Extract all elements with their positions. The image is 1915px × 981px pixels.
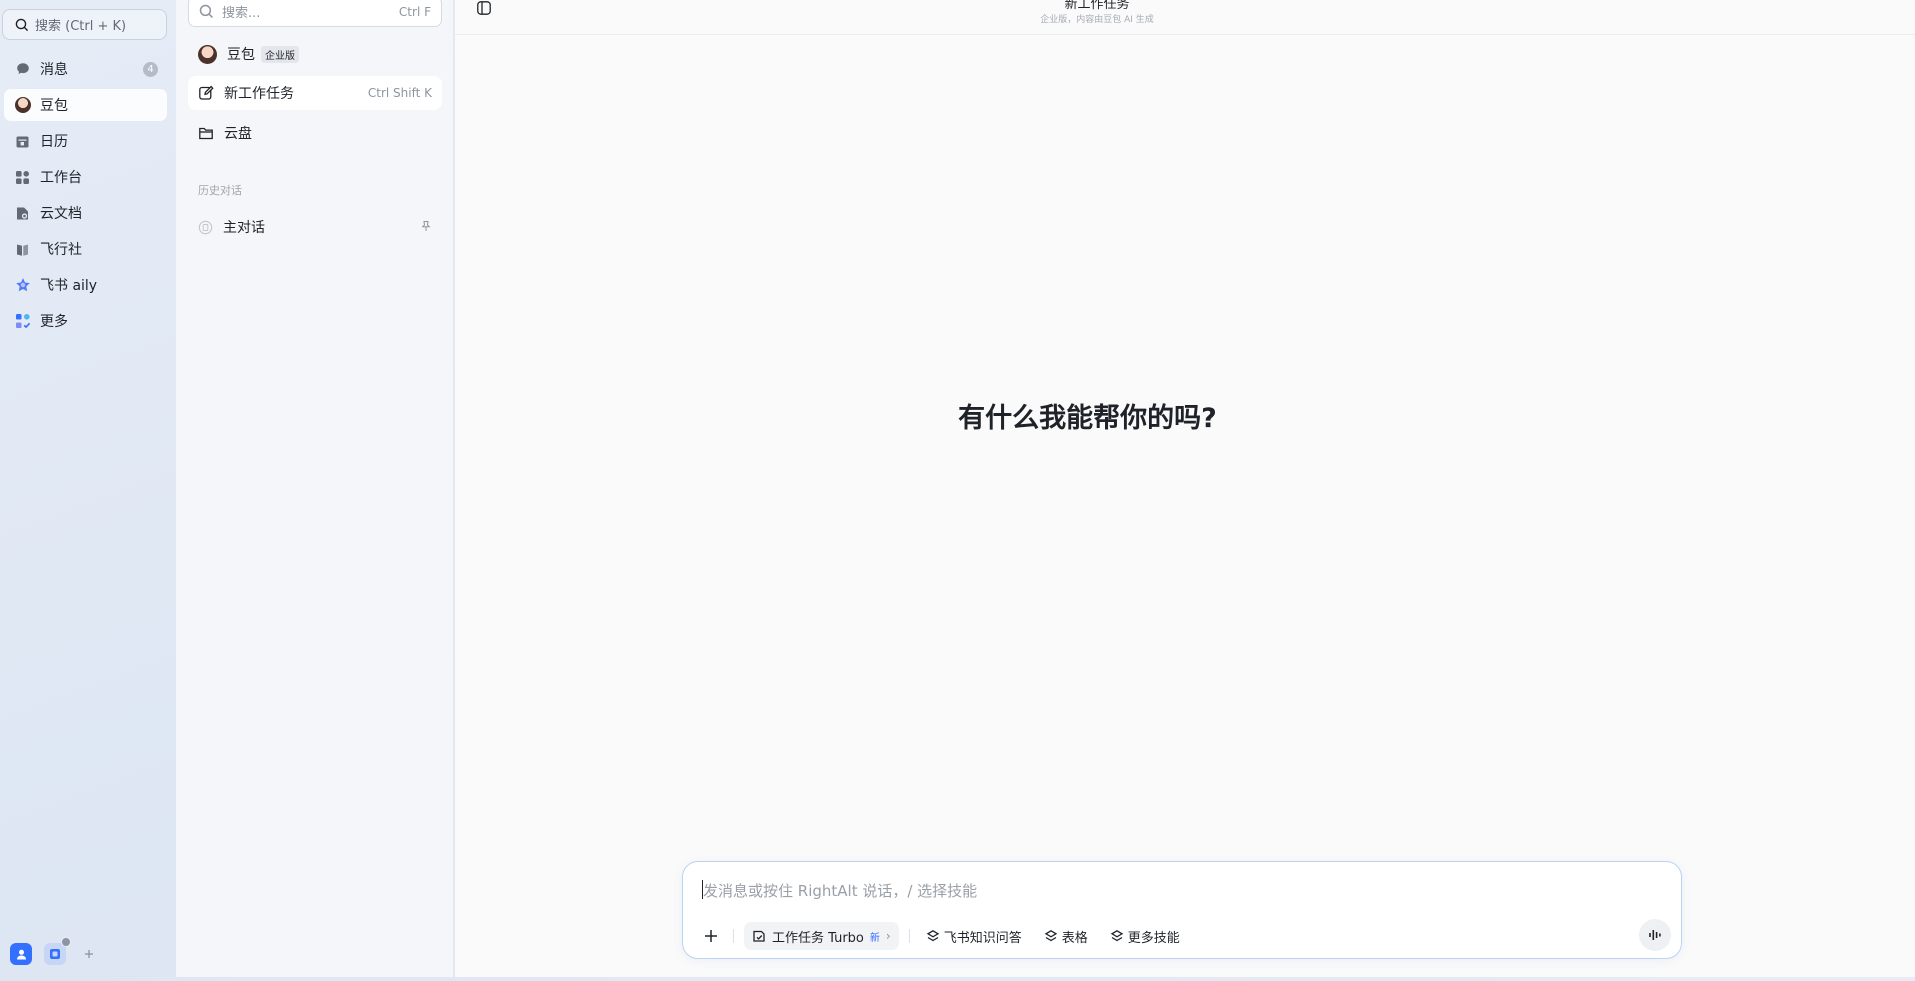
mode-label: 工作任务 Turbo bbox=[772, 930, 864, 946]
global-search-label: 搜索 (Ctrl + K) bbox=[35, 19, 127, 34]
chat-icon bbox=[14, 61, 31, 78]
rail-item-label: 豆包 bbox=[40, 98, 68, 114]
skill-more-button[interactable]: 更多技能 bbox=[1104, 922, 1186, 950]
top-bar: 新工作任务 企业版，内容由豆包 AI 生成 bbox=[455, 0, 1915, 35]
attach-button[interactable] bbox=[699, 924, 723, 948]
rail-item-label: 更多 bbox=[40, 314, 68, 330]
skill-knowledge-qa-button[interactable]: 飞书知识问答 bbox=[920, 922, 1028, 950]
pin-icon bbox=[421, 220, 431, 231]
rail-item-messages[interactable]: 消息 4 bbox=[4, 53, 167, 85]
rail-item-label: 工作台 bbox=[40, 170, 82, 186]
skill-label: 更多技能 bbox=[1127, 930, 1180, 946]
new-task-shortcut: Ctrl Shift K bbox=[367, 86, 432, 100]
rail-item-calendar[interactable]: 日历 bbox=[4, 125, 167, 157]
chevron-right-icon: › bbox=[885, 929, 891, 943]
toolbar-divider bbox=[908, 929, 910, 943]
rail-item-workplace[interactable]: 工作台 bbox=[4, 161, 167, 193]
calendar-icon bbox=[14, 133, 31, 150]
skill-layers-icon bbox=[926, 930, 939, 942]
skill-label: 飞书知识问答 bbox=[943, 930, 1022, 946]
skill-table-button[interactable]: 表格 bbox=[1038, 922, 1094, 950]
panel-item-label: 新工作任务 bbox=[224, 86, 294, 102]
global-search-button[interactable]: 搜索 (Ctrl + K) bbox=[2, 9, 167, 40]
rail-item-aily[interactable]: 飞书 aily bbox=[4, 269, 167, 301]
chat-bubble-icon bbox=[198, 220, 213, 234]
rail-item-docs[interactable]: 云文档 bbox=[4, 197, 167, 229]
task-mode-icon bbox=[753, 930, 765, 942]
docs-icon bbox=[14, 205, 31, 222]
rail-bottom-actions bbox=[10, 937, 100, 965]
workspace-icon bbox=[50, 949, 60, 959]
search-icon bbox=[15, 18, 29, 31]
more-apps-icon bbox=[14, 313, 31, 330]
notice-dot bbox=[61, 937, 71, 947]
page-subtitle: 企业版，内容由豆包 AI 生成 bbox=[1040, 15, 1154, 25]
mode-selector[interactable]: 工作任务 Turbo 新 › bbox=[744, 922, 899, 950]
toolbar-divider bbox=[733, 929, 734, 943]
rail-item-more[interactable]: 更多 bbox=[4, 305, 167, 337]
plus-icon bbox=[85, 950, 93, 958]
rail-item-label: 云文档 bbox=[40, 206, 82, 222]
plus-icon bbox=[705, 930, 717, 942]
greeting-heading: 有什么我能帮你的吗? bbox=[958, 403, 1217, 434]
panel-search-placeholder: 搜索... bbox=[222, 6, 261, 21]
search-icon bbox=[199, 4, 214, 19]
enterprise-tag: 企业版 bbox=[261, 45, 299, 63]
audio-wave-icon bbox=[1649, 930, 1661, 940]
rail-item-feixingshe[interactable]: 飞行社 bbox=[4, 233, 167, 265]
rail-item-label: 日历 bbox=[40, 134, 68, 150]
person-icon bbox=[16, 949, 26, 959]
main-chat-area: 新工作任务 企业版，内容由豆包 AI 生成 有什么我能帮你的吗? bbox=[455, 0, 1915, 977]
skill-layers-icon bbox=[1110, 930, 1123, 942]
history-item[interactable]: 主对话 bbox=[188, 210, 442, 244]
pin-button[interactable] bbox=[420, 220, 432, 235]
message-input[interactable]: 发消息或按住 RightAlt 说话，/ 选择技能 bbox=[703, 880, 977, 901]
panel-item-label: 豆包 bbox=[227, 47, 255, 63]
aily-icon bbox=[14, 277, 31, 294]
panel-item-label: 云盘 bbox=[224, 126, 252, 142]
composer-toolbar: 工作任务 Turbo 新 › 飞书知识问答 表格 更多技能 bbox=[699, 921, 1186, 951]
panel-search-input[interactable]: 搜索... Ctrl F bbox=[188, 0, 442, 27]
search-shortcut: Ctrl F bbox=[398, 4, 431, 19]
new-badge: 新 bbox=[869, 932, 880, 944]
add-workspace-button[interactable] bbox=[78, 943, 100, 965]
workspace-switch-button[interactable] bbox=[44, 937, 71, 965]
nav-rail: 搜索 (Ctrl + K) 消息 4 豆包 日历 工作台 云文档 飞行社 飞书 … bbox=[0, 0, 176, 981]
message-composer[interactable]: 发消息或按住 RightAlt 说话，/ 选择技能 工作任务 Turbo 新 ›… bbox=[682, 861, 1682, 959]
history-item-label: 主对话 bbox=[223, 220, 265, 236]
doubao-panel: 搜索... Ctrl F 豆包 企业版 新工作任务 Ctrl Shift K 云… bbox=[176, 0, 454, 977]
panel-item-cloud[interactable]: 云盘 bbox=[188, 116, 442, 150]
page-title: 新工作任务 bbox=[1064, 0, 1130, 12]
rail-item-doubao[interactable]: 豆包 bbox=[4, 89, 167, 121]
doubao-avatar-icon bbox=[14, 97, 31, 114]
contacts-button[interactable] bbox=[10, 943, 32, 965]
history-section-label: 历史对话 bbox=[198, 184, 242, 197]
edit-icon bbox=[199, 85, 214, 100]
apps-grid-icon bbox=[14, 169, 31, 186]
book-icon bbox=[14, 241, 31, 258]
doubao-avatar-icon bbox=[198, 44, 217, 64]
rail-item-label: 飞行社 bbox=[40, 242, 82, 258]
rail-item-label: 消息 bbox=[40, 62, 68, 78]
panel-item-doubao[interactable]: 豆包 企业版 bbox=[188, 37, 442, 71]
skill-layers-icon bbox=[1044, 930, 1057, 942]
unread-badge: 4 bbox=[143, 62, 158, 77]
skill-label: 表格 bbox=[1061, 930, 1088, 946]
voice-input-button[interactable] bbox=[1639, 919, 1671, 951]
rail-item-label: 飞书 aily bbox=[40, 278, 98, 294]
new-task-button[interactable]: 新工作任务 Ctrl Shift K bbox=[188, 76, 442, 110]
folder-icon bbox=[199, 127, 213, 140]
